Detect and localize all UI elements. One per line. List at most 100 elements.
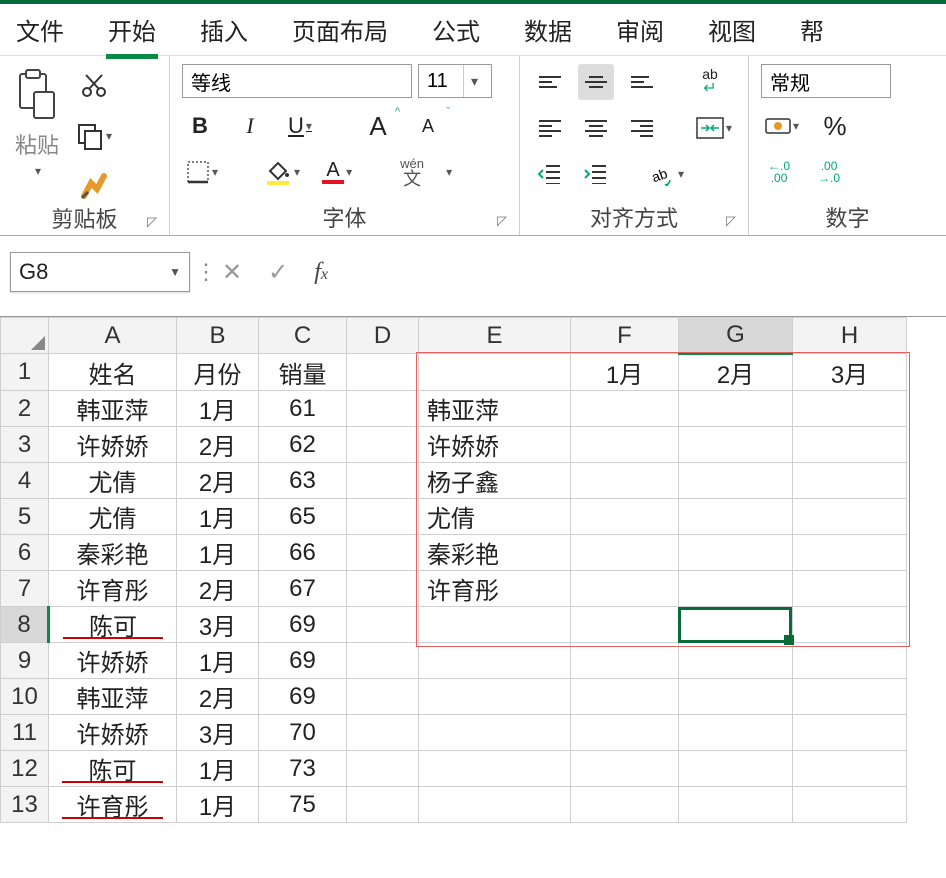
column-header[interactable]: D [347, 318, 419, 354]
cell[interactable] [347, 391, 419, 427]
align-bottom-button[interactable] [624, 64, 660, 100]
cell[interactable]: 许育彤 [49, 787, 177, 823]
align-right-button[interactable] [624, 110, 660, 146]
cell[interactable] [419, 715, 571, 751]
merge-center-button[interactable]: ▾ [692, 110, 736, 146]
cell[interactable]: 秦彩艳 [419, 535, 571, 571]
cell[interactable]: 62 [259, 427, 347, 463]
align-middle-button[interactable] [578, 64, 614, 100]
cell[interactable]: 2月 [177, 427, 259, 463]
cell[interactable]: 许娇娇 [49, 715, 177, 751]
cell[interactable] [571, 391, 679, 427]
cell[interactable]: 63 [259, 463, 347, 499]
paste-button[interactable] [12, 64, 62, 124]
row-header[interactable]: 7 [1, 571, 49, 607]
cell[interactable]: 2月 [679, 354, 793, 391]
cell[interactable] [793, 787, 907, 823]
cell[interactable] [793, 391, 907, 427]
column-header[interactable]: H [793, 318, 907, 354]
increase-decimal-button[interactable]: ←.0.00 [761, 154, 797, 190]
cell[interactable] [793, 679, 907, 715]
insert-function-button[interactable]: fx [314, 259, 328, 286]
cell[interactable] [793, 427, 907, 463]
fill-color-button[interactable]: ▾ [260, 154, 304, 190]
row-header[interactable]: 6 [1, 535, 49, 571]
cell[interactable] [793, 715, 907, 751]
cell[interactable] [347, 787, 419, 823]
cell[interactable] [793, 571, 907, 607]
row-header[interactable]: 11 [1, 715, 49, 751]
cell[interactable]: 陈可 [49, 751, 177, 787]
cell[interactable] [419, 679, 571, 715]
font-name-combo[interactable]: ▾ [182, 64, 412, 98]
row-header[interactable]: 13 [1, 787, 49, 823]
cell[interactable] [793, 643, 907, 679]
row-header[interactable]: 5 [1, 499, 49, 535]
cell[interactable] [793, 751, 907, 787]
cell[interactable] [347, 354, 419, 391]
tab-insert[interactable]: 插入 [198, 8, 250, 51]
phonetic-button[interactable]: wén 文 [394, 154, 430, 190]
cell[interactable]: 许娇娇 [49, 427, 177, 463]
cell[interactable] [679, 751, 793, 787]
cell[interactable]: 尤倩 [419, 499, 571, 535]
cell[interactable] [347, 463, 419, 499]
borders-button[interactable]: ▾ [182, 154, 222, 190]
cell[interactable] [571, 679, 679, 715]
cell[interactable] [571, 787, 679, 823]
cell[interactable]: 1月 [177, 643, 259, 679]
copy-button[interactable]: ▾ [72, 118, 116, 154]
cell[interactable]: 1月 [177, 499, 259, 535]
cell[interactable] [679, 787, 793, 823]
enter-formula-button[interactable]: ✓ [268, 258, 288, 287]
accounting-format-button[interactable]: ▾ [761, 108, 803, 144]
name-box[interactable]: G8 ▼ [10, 252, 190, 292]
tab-layout[interactable]: 页面布局 [290, 8, 390, 51]
cell[interactable] [347, 499, 419, 535]
cancel-formula-button[interactable]: ✕ [222, 258, 242, 287]
cell[interactable] [347, 607, 419, 643]
column-header[interactable]: G [679, 318, 793, 354]
cut-button[interactable] [72, 68, 116, 104]
cell[interactable] [347, 643, 419, 679]
row-header[interactable]: 1 [1, 354, 49, 391]
tab-home[interactable]: 开始 [106, 8, 158, 51]
tab-formulas[interactable]: 公式 [430, 8, 482, 51]
cell[interactable] [679, 391, 793, 427]
cell[interactable] [679, 571, 793, 607]
cell[interactable]: 70 [259, 715, 347, 751]
align-center-button[interactable] [578, 110, 614, 146]
cell[interactable] [793, 463, 907, 499]
column-header[interactable]: E [419, 318, 571, 354]
cell[interactable]: 尤倩 [49, 499, 177, 535]
orientation-button[interactable]: ab ▾ [646, 156, 688, 192]
cell[interactable]: 韩亚萍 [49, 391, 177, 427]
cell[interactable]: 销量 [259, 354, 347, 391]
cell[interactable] [419, 643, 571, 679]
tab-view[interactable]: 视图 [706, 8, 758, 51]
cell[interactable]: 3月 [177, 715, 259, 751]
cell[interactable]: 69 [259, 679, 347, 715]
cell[interactable] [347, 571, 419, 607]
cell[interactable] [679, 607, 793, 643]
cell[interactable]: 61 [259, 391, 347, 427]
cell[interactable]: 69 [259, 607, 347, 643]
align-left-button[interactable] [532, 110, 568, 146]
decrease-decimal-button[interactable]: .00→.0 [811, 154, 847, 190]
chevron-down-icon[interactable]: ▾ [463, 65, 485, 97]
tab-data[interactable]: 数据 [522, 8, 574, 51]
italic-button[interactable]: I [232, 108, 268, 144]
column-header[interactable]: C [259, 318, 347, 354]
font-size-input[interactable] [419, 65, 463, 97]
cell[interactable]: 姓名 [49, 354, 177, 391]
cell[interactable]: 尤倩 [49, 463, 177, 499]
cell[interactable]: 2月 [177, 679, 259, 715]
cell[interactable]: 许育彤 [419, 571, 571, 607]
cell[interactable]: 陈可 [49, 607, 177, 643]
bold-button[interactable]: B [182, 108, 218, 144]
cell[interactable]: 2月 [177, 463, 259, 499]
dialog-launcher-icon[interactable]: ◸ [497, 213, 507, 229]
cell[interactable]: 秦彩艳 [49, 535, 177, 571]
cell[interactable] [419, 751, 571, 787]
shrink-font-button[interactable]: Aˇ [410, 108, 446, 144]
